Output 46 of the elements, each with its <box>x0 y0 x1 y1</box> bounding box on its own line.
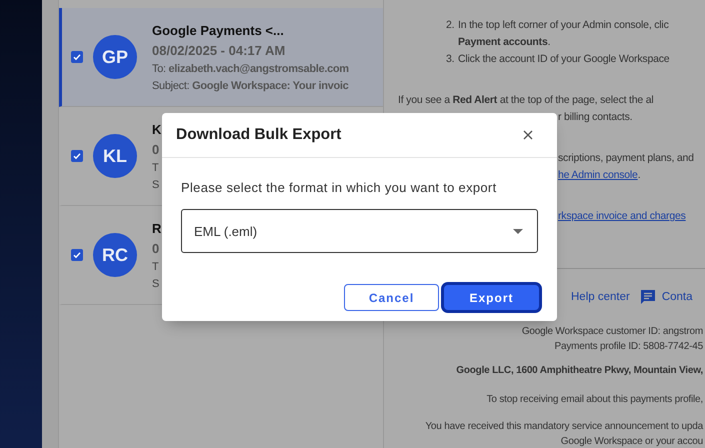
message-row[interactable]: GP Google Payments <... 08/02/2025 - 04:17 AM To: elizabeth.vach@angstromsable.com Subject: Google Workspace: Your invoic <box>59 8 383 107</box>
subject-line: Subject: Google Workspace: Your invoic <box>152 80 348 92</box>
caret-icon <box>513 228 523 234</box>
avatar: RC <box>93 233 137 277</box>
footer-text: Google Workspace customer ID: angstrom <box>522 325 703 339</box>
chat-icon <box>640 289 656 305</box>
dialog-prompt: Please select the format in which you want to export <box>181 180 498 195</box>
recipient-line: To: elizabeth.vach@angstromsable.com <box>152 62 349 74</box>
message-date: 0 <box>152 240 160 256</box>
list-number: 2. <box>446 18 456 33</box>
paragraph-line: In the top left corner of your Admin console, clic <box>458 18 669 33</box>
recipient-line: T <box>152 162 158 174</box>
footer-text: You have received this mandatory service announcement to upda <box>425 420 703 434</box>
dialog-title: Download Bulk Export <box>176 126 342 144</box>
close-icon[interactable] <box>523 130 533 140</box>
sender-name: R <box>152 220 162 236</box>
message-date: 0 <box>152 142 160 156</box>
list-number: 3. <box>446 52 456 67</box>
paragraph-line: scriptions, payment plans, and <box>558 151 694 166</box>
paragraph-line: Payment accounts. <box>458 35 550 50</box>
link[interactable]: rkspace invoice and charges <box>558 208 686 225</box>
link[interactable]: he Admin console <box>558 167 638 184</box>
subject-line: S <box>152 178 160 190</box>
recipient-line: T <box>152 260 158 272</box>
avatar: GP <box>93 35 137 79</box>
subject-line: S <box>152 278 160 290</box>
footer-text: Google LLC, 1600 Amphitheatre Pkwy, Mountain View, <box>456 364 703 378</box>
paragraph-line: Click the account ID of your Google Workspace <box>458 52 670 67</box>
cancel-button[interactable]: Cancel <box>344 284 439 311</box>
checkbox[interactable] <box>71 150 83 162</box>
checkbox[interactable] <box>71 51 83 63</box>
contact-link[interactable]: Conta <box>662 291 692 303</box>
export-button[interactable]: Export <box>444 285 539 310</box>
avatar: KL <box>93 134 137 178</box>
checkbox[interactable] <box>71 249 83 261</box>
message-date: 08/02/2025 - 04:17 AM <box>152 42 286 58</box>
footer-text: Payments profile ID: 5808-7742-45 <box>554 340 703 354</box>
format-dropdown[interactable]: EML (.eml) <box>181 209 538 253</box>
footer-text: Google Workspace or your accou <box>560 435 703 448</box>
sender-name: Google Payments <... <box>152 22 284 38</box>
paragraph-line: he Admin console. <box>558 167 640 184</box>
paragraph-line: If you see a Red Alert at the top of the page, select the al <box>398 93 654 108</box>
paragraph-line: r billing contacts. <box>558 110 632 125</box>
sender-name: K <box>152 122 162 136</box>
help-link[interactable]: Help center <box>571 291 630 303</box>
footer-text: To stop receiving email about this payments profile, <box>486 393 703 407</box>
